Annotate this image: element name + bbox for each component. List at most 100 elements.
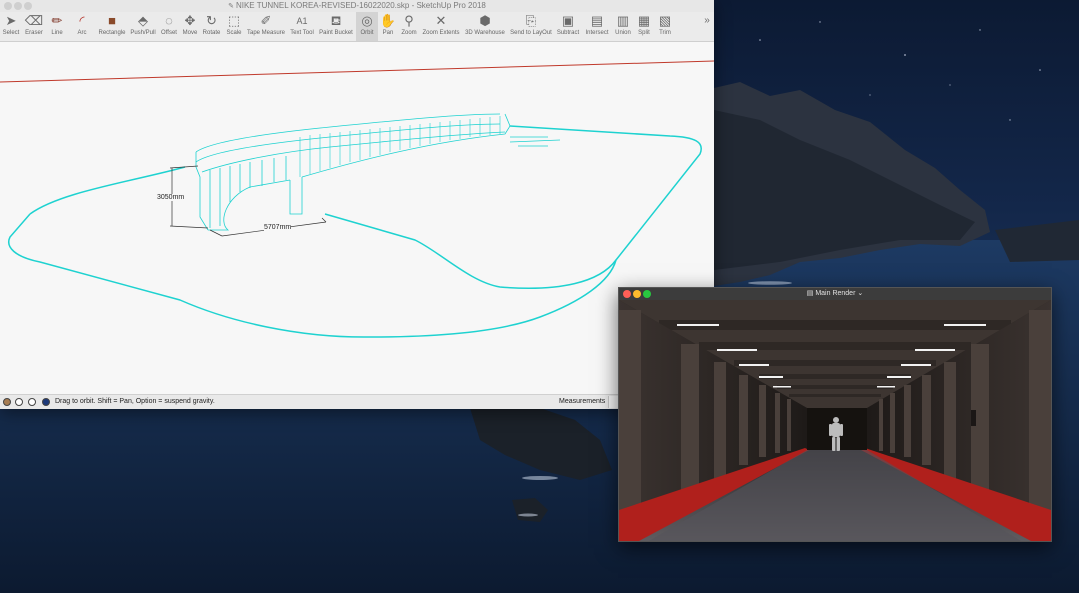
modeling-viewport[interactable]: 3050mm 5707mm	[0, 42, 714, 394]
rotate-tool-button[interactable]: ↻ Rotate	[200, 12, 223, 41]
subtract-icon: ▣	[561, 13, 575, 28]
send-to-layout-button[interactable]: ⎘ Send to LayOut	[508, 12, 554, 41]
model-drawing	[0, 60, 714, 338]
zoom-extents-icon: ✕	[435, 13, 447, 28]
window-title: NIKE TUNNEL KOREA-REVISED-16022020.skp -…	[235, 1, 486, 10]
pan-tool-button[interactable]: ✋ Pan	[378, 12, 398, 41]
tool-label: Trim	[659, 30, 671, 36]
paint-bucket-icon: ⛾	[330, 13, 342, 28]
pan-icon: ✋	[379, 13, 397, 28]
tool-label: Eraser	[25, 30, 43, 36]
eraser-tool-button[interactable]: ⌫ Eraser	[22, 12, 46, 41]
pushpull-tool-button[interactable]: ⬘ Push/Pull	[128, 12, 158, 41]
tool-label: Intersect	[585, 30, 609, 36]
minimize-window-button[interactable]	[14, 2, 22, 10]
credits-icon[interactable]	[15, 398, 23, 406]
move-tool-button[interactable]: ✥ Move	[180, 12, 200, 41]
tool-label: Rectangle	[98, 30, 126, 36]
3d-warehouse-button[interactable]: ⬢ 3D Warehouse	[462, 12, 508, 41]
tool-label: Paint Bucket	[319, 30, 353, 36]
sketchup-titlebar[interactable]: ✎ NIKE TUNNEL KOREA-REVISED-16022020.skp…	[0, 0, 714, 12]
tool-label: Send to LayOut	[510, 30, 552, 36]
orbit-tool-button[interactable]: ◎ Orbit	[356, 12, 378, 41]
status-hint-text: Drag to orbit. Shift = Pan, Option = sus…	[55, 398, 215, 405]
tool-label: Orbit	[360, 30, 374, 36]
zoom-tool-button[interactable]: ⚲ Zoom	[398, 12, 420, 41]
close-window-button[interactable]	[4, 2, 12, 10]
rectangle-icon: ■	[108, 13, 116, 28]
split-icon: ▦	[637, 13, 651, 28]
floor-outline	[29, 125, 702, 290]
tool-label: Text Tool	[290, 30, 314, 36]
trim-tool-button[interactable]: ▧ Trim	[654, 12, 676, 41]
zoom-window-button[interactable]	[643, 290, 651, 298]
intersect-tool-button[interactable]: ▤ Intersect	[582, 12, 612, 41]
tool-label: Move	[182, 30, 198, 36]
pencil-icon: ✏	[51, 13, 63, 28]
tunnel-ribs	[299, 116, 501, 177]
split-tool-button[interactable]: ▦ Split	[634, 12, 654, 41]
toolbar-overflow-button[interactable]: »	[700, 12, 714, 41]
large-toolset-toolbar: ➤ Select ⌫ Eraser ✏ Line ◜ Arc ■ Rectang…	[0, 12, 714, 42]
render-window-title: Main Render	[815, 290, 856, 297]
tape-measure-tool-button[interactable]: ✐ Tape Measure	[245, 12, 287, 41]
geo-location-icon[interactable]	[3, 398, 11, 406]
red-axis-line	[0, 60, 714, 83]
pushpull-icon: ⬘	[138, 13, 148, 28]
text-tool-button[interactable]: A1 Text Tool	[287, 12, 317, 41]
line-tool-button[interactable]: ✏ Line	[46, 12, 68, 41]
tool-label: Offset	[161, 30, 177, 36]
zoom-window-button[interactable]	[24, 2, 32, 10]
offset-tool-button[interactable]: ◌ Offset	[158, 12, 180, 41]
height-dimension-label: 3050mm	[157, 194, 185, 201]
tunnel-wireframe	[195, 113, 561, 231]
zoom-extents-tool-button[interactable]: ✕ Zoom Extents	[420, 12, 462, 41]
tool-label: Select	[2, 30, 20, 36]
move-icon: ✥	[184, 13, 196, 28]
tool-label: Zoom	[401, 30, 417, 36]
tool-label: Union	[615, 30, 631, 36]
status-bar: Drag to orbit. Shift = Pan, Option = sus…	[0, 394, 714, 409]
tool-label: Subtract	[556, 30, 580, 36]
zoom-icon: ⚲	[404, 13, 414, 28]
eraser-icon: ⌫	[24, 13, 44, 28]
sketchup-window[interactable]: ✎ NIKE TUNNEL KOREA-REVISED-16022020.skp…	[0, 0, 714, 409]
offset-icon: ◌	[165, 13, 173, 28]
orbit-icon: ◎	[361, 13, 373, 28]
render-titlebar[interactable]: ▤ Main Render ⌄	[619, 288, 1051, 300]
measurements-label: Measurements	[559, 398, 606, 405]
render-window[interactable]: ▤ Main Render ⌄	[618, 287, 1052, 542]
tool-label: 3D Warehouse	[465, 30, 505, 36]
arc-icon: ◜	[79, 13, 85, 28]
select-tool-button[interactable]: ➤ Select	[0, 12, 22, 41]
tool-label: Scale	[226, 30, 242, 36]
document-icon: ✎	[228, 3, 236, 10]
scale-icon: ⬚	[227, 13, 241, 28]
rectangle-tool-button[interactable]: ■ Rectangle	[96, 12, 128, 41]
close-window-button[interactable]	[623, 290, 631, 298]
tool-label: Split	[638, 30, 650, 36]
tool-label: Zoom Extents	[422, 30, 460, 36]
render-image	[619, 300, 1051, 541]
minimize-window-button[interactable]	[633, 290, 641, 298]
arc-tool-button[interactable]: ◜ Arc	[68, 12, 96, 41]
text-tool-icon: A1	[296, 16, 308, 26]
trim-icon: ▧	[658, 13, 672, 28]
arrow-icon: ➤	[5, 13, 17, 28]
tunnel-render-picture	[619, 300, 1051, 541]
union-icon: ▥	[616, 13, 630, 28]
tool-label: Pan	[382, 30, 394, 36]
warehouse-icon: ⬢	[479, 13, 491, 28]
tool-label: Tape Measure	[246, 30, 286, 36]
tool-label: Rotate	[202, 30, 221, 36]
tool-label: Push/Pull	[130, 30, 156, 36]
union-tool-button[interactable]: ▥ Union	[612, 12, 634, 41]
chevron-down-icon[interactable]: ⌄	[857, 290, 863, 297]
subtract-tool-button[interactable]: ▣ Subtract	[554, 12, 582, 41]
rotate-icon: ↻	[206, 13, 217, 28]
help-instructor-icon[interactable]	[42, 398, 50, 406]
user-icon[interactable]	[28, 398, 36, 406]
floor-outline-lower	[8, 213, 617, 338]
scale-tool-button[interactable]: ⬚ Scale	[223, 12, 245, 41]
paint-bucket-tool-button[interactable]: ⛾ Paint Bucket	[317, 12, 355, 41]
